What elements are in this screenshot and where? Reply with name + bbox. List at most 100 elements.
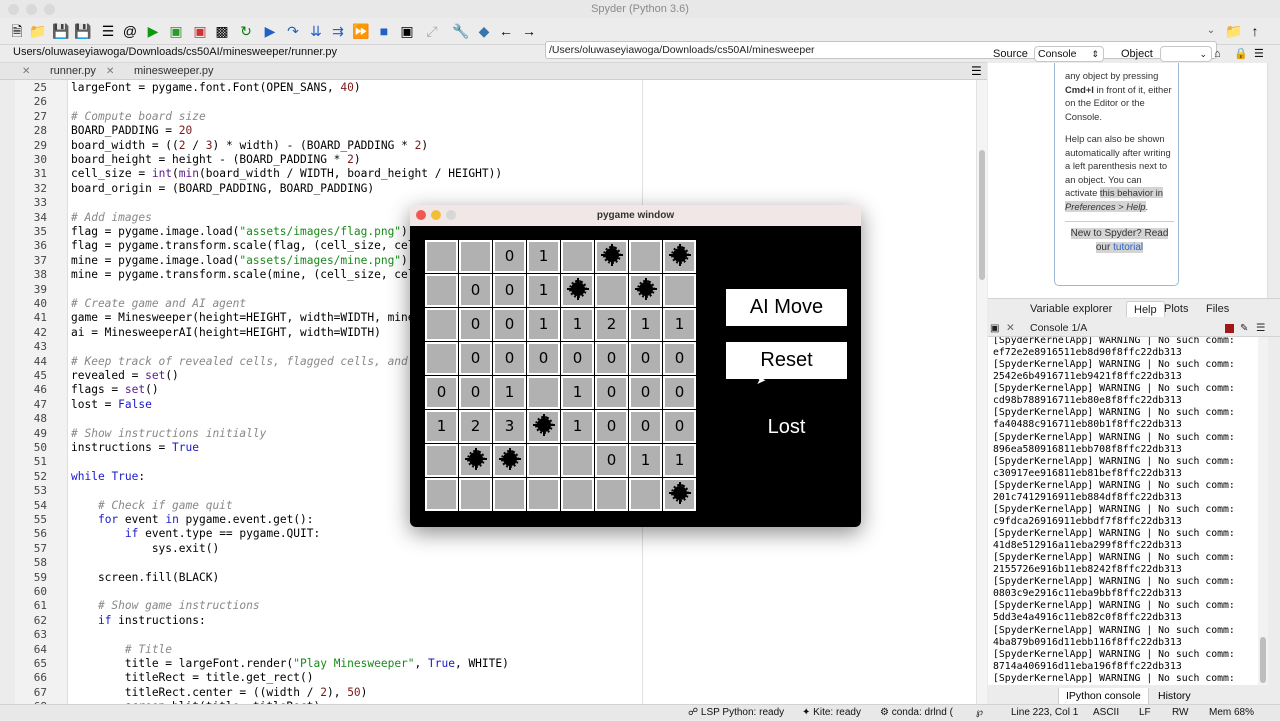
board-cell[interactable]: 0: [595, 410, 628, 443]
help-preferences-link[interactable]: Preferences > Help: [1065, 200, 1146, 212]
board-cell[interactable]: 1: [629, 308, 662, 341]
board-cell[interactable]: [561, 478, 594, 511]
board-cell[interactable]: 0: [425, 376, 458, 409]
maximize-pane-icon[interactable]: ▣: [399, 23, 415, 39]
board-cell[interactable]: 0: [561, 342, 594, 375]
editor-scrollbar[interactable]: [976, 80, 987, 704]
reset-button[interactable]: Reset: [726, 342, 847, 379]
tab-variable-explorer[interactable]: Variable explorer: [1030, 301, 1112, 317]
close-tab-icon[interactable]: ✕: [22, 63, 30, 80]
board-cell[interactable]: 3: [493, 410, 526, 443]
board-cell[interactable]: [459, 240, 492, 273]
pygame-close-icon[interactable]: [416, 210, 426, 220]
board-cell[interactable]: [493, 478, 526, 511]
console-scrollbar[interactable]: [1258, 337, 1268, 685]
board-cell[interactable]: 0: [459, 376, 492, 409]
mine-cell[interactable]: [493, 444, 526, 477]
board-cell[interactable]: 1: [663, 444, 696, 477]
board-cell[interactable]: [561, 444, 594, 477]
board-cell[interactable]: 1: [561, 410, 594, 443]
board-cell[interactable]: 0: [493, 240, 526, 273]
board-cell[interactable]: 1: [527, 308, 560, 341]
board-cell[interactable]: 0: [595, 342, 628, 375]
board-cell[interactable]: 0: [459, 274, 492, 307]
browse-folder-icon[interactable]: 📁: [1225, 23, 1242, 39]
minimize-window-icon[interactable]: [26, 4, 37, 15]
board-cell[interactable]: [663, 274, 696, 307]
board-cell[interactable]: 0: [493, 308, 526, 341]
mine-cell[interactable]: [527, 410, 560, 443]
tab-files[interactable]: Files: [1206, 301, 1229, 317]
console-menu-icon[interactable]: ☰: [1256, 320, 1265, 337]
eraser-icon[interactable]: ✎: [1240, 320, 1248, 337]
board-cell[interactable]: 1: [561, 308, 594, 341]
board-cell[interactable]: 0: [629, 342, 662, 375]
board-cell[interactable]: 0: [663, 410, 696, 443]
at-icon[interactable]: @: [122, 23, 138, 39]
mine-cell[interactable]: [561, 274, 594, 307]
mine-cell[interactable]: [629, 274, 662, 307]
python-path-icon[interactable]: ◆: [476, 23, 492, 39]
mine-cell[interactable]: [459, 444, 492, 477]
board-cell[interactable]: 2: [595, 308, 628, 341]
run-icon[interactable]: ▶: [145, 23, 161, 39]
tutorial-link[interactable]: tutorial: [1113, 241, 1144, 253]
board-cell[interactable]: [425, 308, 458, 341]
board-cell[interactable]: [527, 444, 560, 477]
zoom-window-icon[interactable]: [44, 4, 55, 15]
board-cell[interactable]: [459, 478, 492, 511]
continue-icon[interactable]: ⏩: [352, 23, 369, 39]
mine-cell[interactable]: [595, 240, 628, 273]
fullscreen-icon[interactable]: ⤢: [424, 23, 440, 39]
board-cell[interactable]: 1: [425, 410, 458, 443]
board-cell[interactable]: [527, 478, 560, 511]
pygame-minimize-icon[interactable]: [431, 210, 441, 220]
pane-menu-icon[interactable]: ☰: [1254, 45, 1264, 63]
board-cell[interactable]: [425, 342, 458, 375]
board-cell[interactable]: [629, 478, 662, 511]
board-cell[interactable]: 0: [629, 410, 662, 443]
board-cell[interactable]: 0: [493, 274, 526, 307]
save-all-icon[interactable]: 💾: [74, 23, 91, 39]
run-cell-advance-icon[interactable]: ▣: [192, 23, 208, 39]
debug-icon[interactable]: ▶: [262, 23, 278, 39]
source-select[interactable]: Console ⇕: [1034, 46, 1104, 62]
board-cell[interactable]: [425, 444, 458, 477]
board-cell[interactable]: 0: [459, 308, 492, 341]
object-combobox[interactable]: ⌄: [1160, 46, 1212, 62]
chevron-down-icon[interactable]: ⌄: [1203, 23, 1219, 39]
step-return-icon[interactable]: ⇉: [330, 23, 346, 39]
tab-minesweeper[interactable]: ✕ minesweeper.py: [106, 63, 234, 80]
board-cell[interactable]: 0: [527, 342, 560, 375]
run-selection-icon[interactable]: ▩: [214, 23, 230, 39]
board-cell[interactable]: 1: [663, 308, 696, 341]
editor-options-menu-icon[interactable]: ☰: [971, 64, 982, 78]
preferences-wrench-icon[interactable]: 🔧: [452, 23, 469, 39]
run-cell-icon[interactable]: ▣: [168, 23, 184, 39]
open-file-icon[interactable]: 📁: [29, 23, 46, 39]
up-arrow-icon[interactable]: ↑: [1247, 23, 1263, 39]
outline-icon[interactable]: ☰: [100, 23, 116, 39]
tab-history[interactable]: History: [1158, 688, 1191, 704]
board-cell[interactable]: 1: [527, 274, 560, 307]
new-file-icon[interactable]: 🗎: [9, 23, 25, 39]
console-tab[interactable]: Console 1/A: [1030, 320, 1087, 337]
ipython-console[interactable]: [SpyderKernelApp] WARNING | No such comm…: [988, 337, 1258, 685]
stop-kernel-icon[interactable]: [1225, 324, 1234, 333]
back-arrow-icon[interactable]: ←: [498, 23, 514, 39]
board-cell[interactable]: 2: [459, 410, 492, 443]
board-cell[interactable]: 1: [493, 376, 526, 409]
board-cell[interactable]: [425, 274, 458, 307]
board-cell[interactable]: [425, 240, 458, 273]
tab-plots[interactable]: Plots: [1164, 301, 1188, 317]
ai-move-button[interactable]: AI Move: [726, 289, 847, 326]
home-icon[interactable]: ⌂: [1214, 45, 1221, 63]
stop-debug-icon[interactable]: ■: [376, 23, 392, 39]
board-cell[interactable]: 0: [595, 376, 628, 409]
board-cell[interactable]: [425, 478, 458, 511]
board-cell[interactable]: [527, 376, 560, 409]
step-into-icon[interactable]: ⇊: [308, 23, 324, 39]
board-cell[interactable]: 0: [493, 342, 526, 375]
board-cell[interactable]: [595, 274, 628, 307]
step-icon[interactable]: ↷: [285, 23, 301, 39]
